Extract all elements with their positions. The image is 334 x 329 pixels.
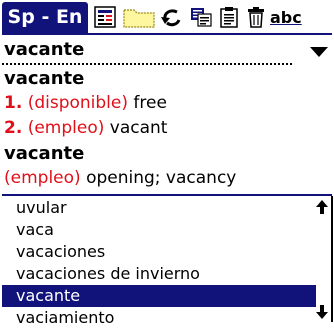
word-list: uvular vaca vacaciones vacaciones de inv… — [0, 196, 334, 327]
dictionary-icon[interactable] — [188, 3, 214, 31]
sense-1: 1. (disponible) free — [4, 91, 330, 116]
sense-translation: free — [133, 93, 167, 113]
abc-icon[interactable]: abc — [270, 3, 334, 31]
scroll-down-arrow-icon[interactable] — [316, 304, 328, 323]
definition-panel: vacante 1. (disponible) free 2. (empleo)… — [4, 66, 330, 191]
lookup-underline — [2, 63, 292, 65]
list-item[interactable]: vaca — [2, 219, 316, 241]
sense-number: 2. — [4, 118, 23, 138]
title-rule — [2, 33, 332, 35]
list-item[interactable]: vaciamiento — [2, 307, 316, 329]
list-item[interactable]: vacaciones — [2, 241, 316, 263]
dropdown-arrow-icon[interactable] — [310, 42, 328, 61]
headword: vacante — [4, 143, 85, 164]
list-item[interactable]: vacaciones de invierno — [2, 263, 316, 285]
sense-label: (empleo) — [4, 168, 81, 188]
sense-translation: vacant — [109, 118, 168, 138]
list-item[interactable]: uvular — [2, 197, 316, 219]
list-border — [331, 196, 333, 322]
entry-headword-1: vacante — [4, 66, 330, 91]
sense-number: 1. — [4, 93, 23, 113]
sense-translation: opening; vacancy — [86, 168, 237, 188]
undo-icon[interactable] — [158, 3, 186, 31]
headword: vacante — [4, 68, 85, 89]
clipboard-icon[interactable] — [216, 3, 242, 31]
trash-icon[interactable] — [244, 3, 268, 31]
details-icon[interactable] — [92, 3, 118, 31]
lookup-word: vacante — [4, 39, 85, 60]
title-bar: Sp - En abc — [0, 0, 334, 35]
sense-label: (disponible) — [27, 93, 129, 113]
lookup-field[interactable]: vacante — [0, 37, 334, 65]
abc-label: abc — [270, 7, 302, 27]
sense-3: (empleo) opening; vacancy — [4, 166, 330, 191]
scroll-up-arrow-icon[interactable] — [316, 199, 328, 218]
sense-2: 2. (empleo) vacant — [4, 116, 330, 141]
list-item-selected[interactable]: vacante — [2, 285, 316, 307]
entry-headword-2: vacante — [4, 141, 330, 166]
app-title-menu[interactable]: Sp - En — [2, 2, 88, 33]
folder-icon[interactable] — [122, 3, 156, 31]
sense-label: (empleo) — [27, 118, 105, 138]
